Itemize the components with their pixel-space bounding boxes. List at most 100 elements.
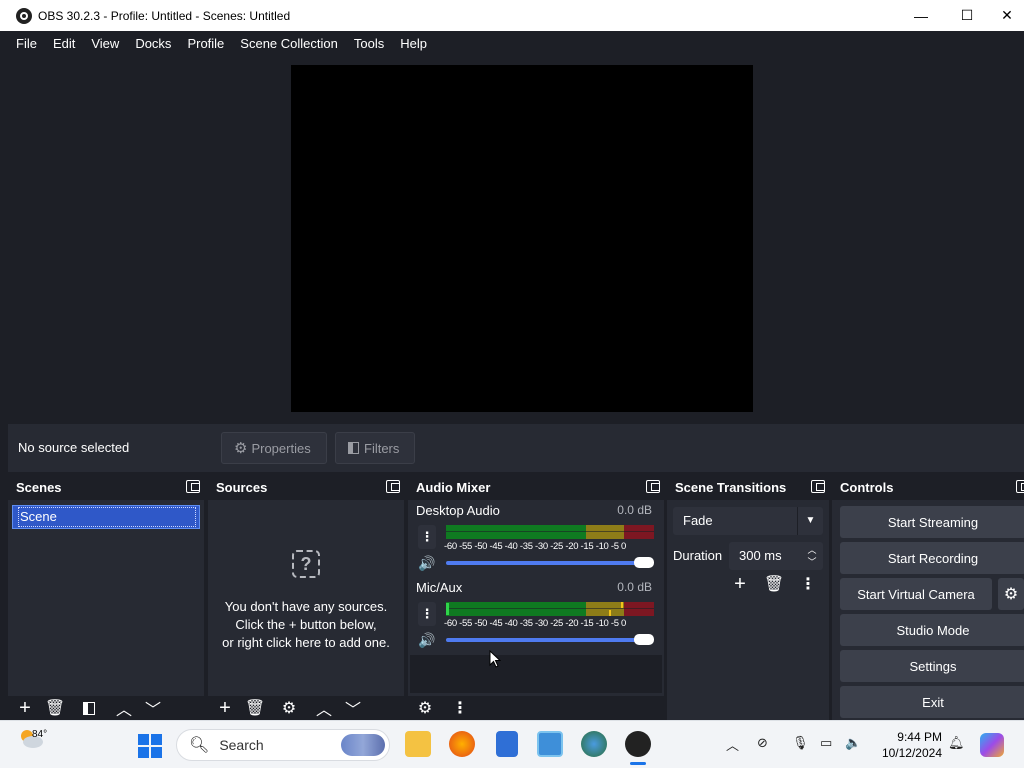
properties-label: Properties [251,440,311,456]
menu-profile[interactable]: Profile [179,36,232,51]
tray-overflow-chevron-icon[interactable]: ︿ [726,735,739,754]
scene-list-item[interactable]: Scene [12,505,200,529]
copilot-icon[interactable] [980,733,1004,757]
context-bar: No source selected ⚙ Properties Filters [8,424,1024,472]
transition-menu-icon[interactable]: ⋮ [797,574,819,594]
volume-slider-handle[interactable] [634,634,654,645]
active-app-indicator [630,762,646,765]
gear-icon: ⚙ [234,440,248,457]
float-dock-icon[interactable] [186,480,200,493]
duration-label: Duration [673,548,723,563]
close-button[interactable]: ✕ [990,0,1024,31]
properties-button[interactable]: ⚙ Properties [221,432,327,464]
maximize-button[interactable]: ☐ [944,0,990,31]
transition-selected: Fade [683,513,713,528]
mixer-menu-icon[interactable]: ⋮ [449,698,471,718]
sources-toolbar: + 🗑 ⚙ ︿ ﹀ [208,696,404,720]
scenes-header: Scenes [8,474,204,500]
filters-label: Filters [364,440,400,456]
volume-icon[interactable]: 🔈 [845,735,861,751]
move-up-icon[interactable]: ︿ [113,698,135,719]
float-dock-icon[interactable] [1016,480,1024,493]
volume-slider-handle[interactable] [634,557,654,568]
display-icon[interactable]: ▭ [820,735,832,751]
exit-button[interactable]: Exit [840,686,1024,718]
channel-menu-icon[interactable]: ⋮ [418,602,436,626]
channel-name: Desktop Audio [416,503,500,518]
speaker-icon[interactable]: 🔊 [418,554,436,572]
duration-value: 300 ms [739,548,782,563]
scenes-toolbar: + 🗑 ︿ ﹀ [8,696,204,720]
clock-time: 9:44 PM [897,730,942,744]
add-source-icon[interactable]: + [214,697,236,719]
move-up-icon[interactable]: ︿ [313,698,335,719]
float-dock-icon[interactable] [811,480,825,493]
duration-spinbox[interactable]: 300 ms ︿ ﹀ [729,542,823,570]
mixer-title: Audio Mixer [416,479,491,495]
source-properties-gear-icon[interactable]: ⚙ [278,698,300,718]
speaker-icon[interactable]: 🔊 [418,631,436,649]
no-network-icon[interactable]: ⊘ [757,735,768,751]
search-icon: 🔍︎ [189,737,210,754]
obs-taskbar-icon[interactable] [625,731,651,757]
minimize-button[interactable]: — [898,0,944,31]
scene-filters-icon[interactable] [78,698,100,718]
menu-scene-collection[interactable]: Scene Collection [232,36,346,51]
menu-help[interactable]: Help [392,36,435,51]
virtual-camera-settings-gear-icon[interactable]: ⚙ [998,578,1024,610]
sources-empty-message[interactable]: You don't have any sources. Click the + … [208,598,404,652]
notepad-icon[interactable] [496,731,518,757]
notification-bell-icon[interactable]: 🔔︎ [948,735,965,751]
preview-canvas[interactable] [291,65,753,412]
menu-view[interactable]: View [83,36,127,51]
mixer-empty-area [410,655,662,693]
studio-mode-button[interactable]: Studio Mode [840,614,1024,646]
empty-line-1: You don't have any sources. [224,599,388,614]
microphone-icon[interactable]: 🎙 [792,735,809,751]
remove-source-icon[interactable]: 🗑 [244,698,266,718]
start-virtual-camera-button[interactable]: Start Virtual Camera [840,578,992,610]
filter-icon [348,442,359,454]
weather-temp: 84° [32,729,48,740]
control-panel-icon[interactable] [537,731,563,757]
firefox-icon[interactable] [449,731,475,757]
menu-edit[interactable]: Edit [45,36,83,51]
add-scene-icon[interactable]: + [14,697,36,719]
volume-slider-track[interactable] [446,561,646,565]
file-explorer-icon[interactable] [405,731,431,757]
menu-docks[interactable]: Docks [127,36,179,51]
taskbar-search[interactable]: 🔍︎ Search [176,729,390,761]
meter-scale: -60 -55 -50 -45 -40 -35 -30 -25 -20 -15 … [444,541,627,552]
remove-scene-icon[interactable]: 🗑 [44,698,66,718]
move-down-icon[interactable]: ﹀ [142,698,164,719]
advanced-audio-gear-icon[interactable]: ⚙ [414,698,436,718]
mouse-cursor-icon [489,650,501,668]
scene-name: Scene [18,507,196,527]
obs-logo-icon [16,7,32,24]
volume-slider-track[interactable] [446,638,646,642]
float-dock-icon[interactable] [386,480,400,493]
settings-button[interactable]: Settings [840,650,1024,682]
float-dock-icon[interactable] [646,480,660,493]
menu-file[interactable]: File [8,36,45,51]
meter-scale: -60 -55 -50 -45 -40 -35 -30 -25 -20 -15 … [444,618,627,629]
taskbar-clock[interactable]: 9:44 PM 10/12/2024 [872,729,942,761]
controls-title: Controls [840,479,894,495]
channel-menu-icon[interactable]: ⋮ [418,525,436,549]
start-streaming-button[interactable]: Start Streaming [840,506,1024,538]
start-recording-button[interactable]: Start Recording [840,542,1024,574]
menu-tools[interactable]: Tools [346,36,392,51]
spin-arrows-icon[interactable]: ︿ ﹀ [805,544,819,568]
remove-transition-icon[interactable]: 🗑 [763,574,785,594]
add-transition-icon[interactable]: + [729,573,751,595]
transition-select[interactable]: Fade ▼ [673,507,823,535]
transitions-header: Scene Transitions [667,474,829,500]
network-app-icon[interactable] [581,731,607,757]
move-down-icon[interactable]: ﹀ [342,698,364,719]
filters-button[interactable]: Filters [335,432,415,464]
channel-name: Mic/Aux [416,580,463,595]
sources-header: Sources [208,474,404,500]
menu-bar: File Edit View Docks Profile Scene Colle… [0,31,1024,56]
windows-start-icon[interactable] [138,734,162,758]
empty-line-3: or right click here to add one. [222,635,390,650]
